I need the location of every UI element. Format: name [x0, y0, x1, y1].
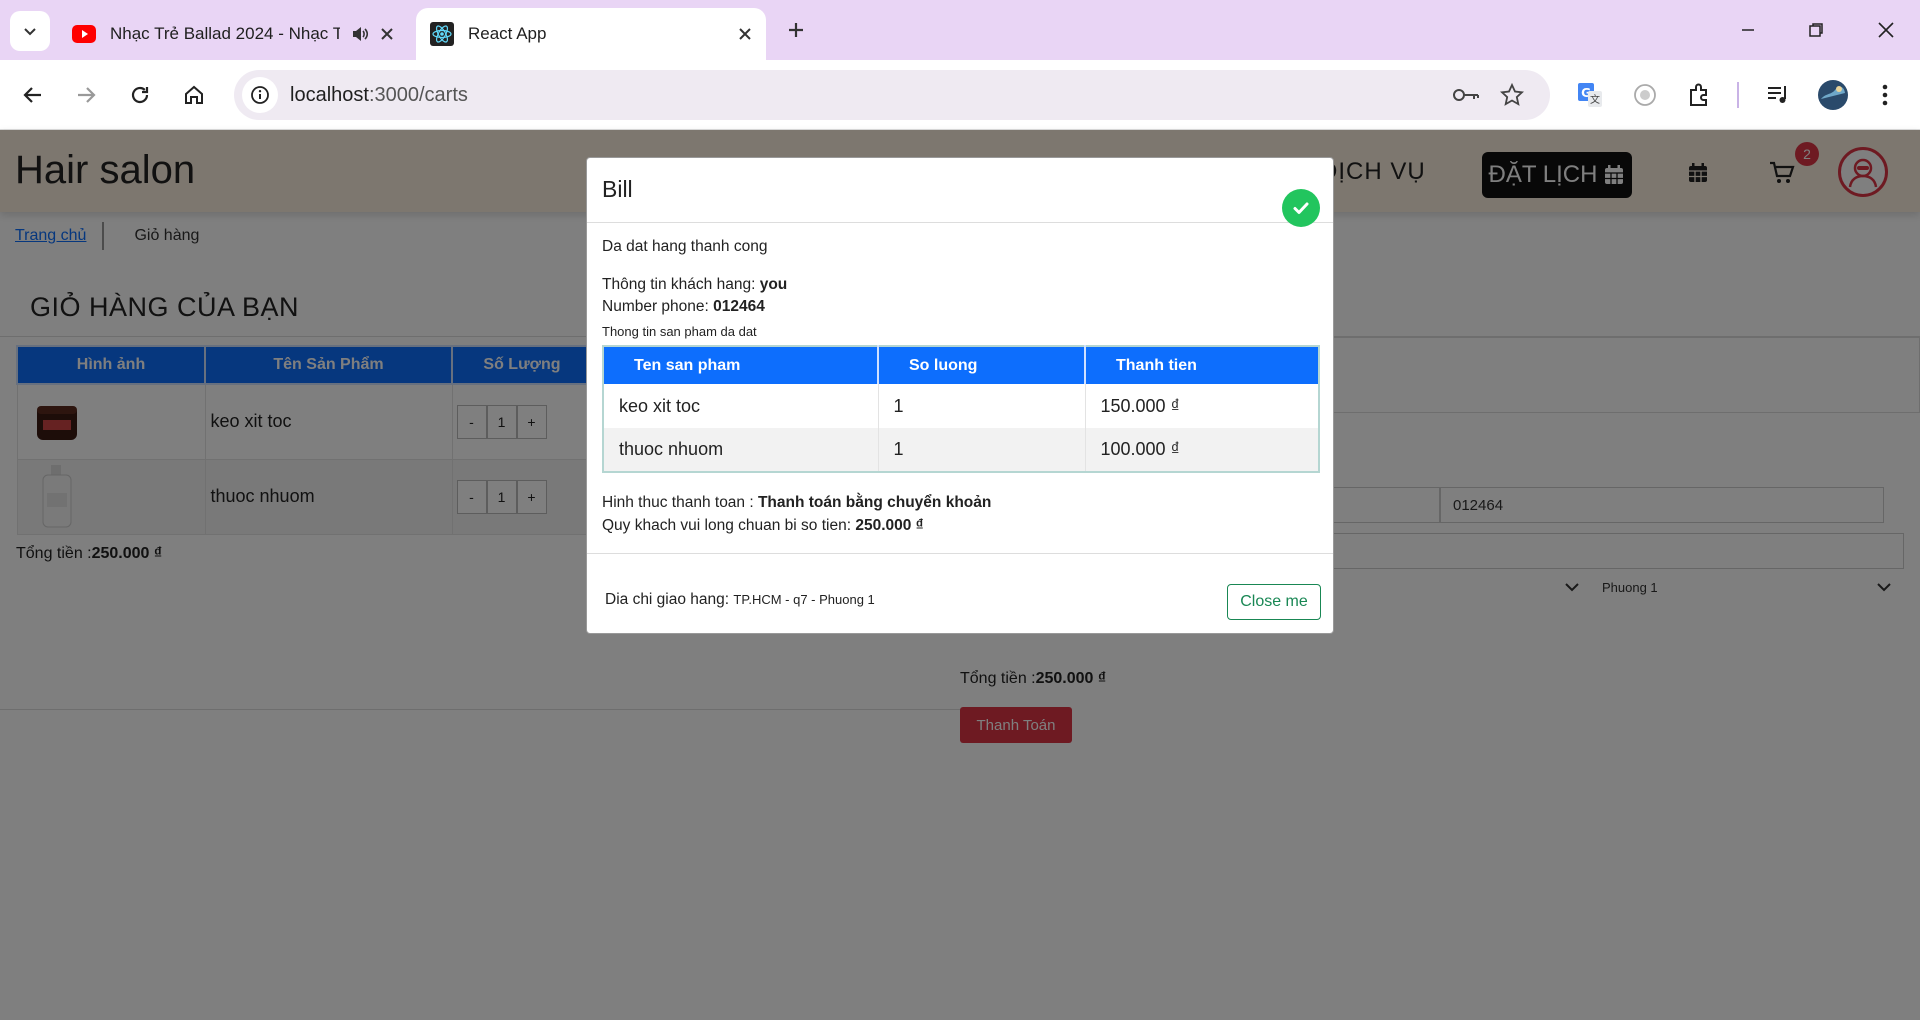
col-header: Ten san pham: [603, 346, 878, 384]
address-bar[interactable]: localhost:3000/carts: [234, 70, 1550, 120]
home-button[interactable]: [175, 76, 213, 114]
forward-button[interactable]: [67, 76, 105, 114]
chrome-menu-icon[interactable]: [1868, 78, 1902, 112]
extensions-puzzle-icon[interactable]: [1682, 78, 1716, 112]
plus-icon: [789, 23, 803, 37]
tab-title: Nhạc Trẻ Ballad 2024 - Nhạc Trẻ: [110, 24, 340, 43]
password-key-icon[interactable]: [1450, 79, 1482, 111]
check-icon: [1282, 189, 1320, 227]
tab-search-button[interactable]: [10, 11, 50, 51]
browser-tab-strip: Nhạc Trẻ Ballad 2024 - Nhạc Trẻ React Ap…: [0, 0, 1920, 60]
chevron-down-icon: [24, 28, 36, 36]
browser-toolbar: localhost:3000/carts G文: [0, 60, 1920, 130]
success-message: Da dat hang thanh cong: [602, 238, 768, 255]
amount-due: Quy khach vui long chuan bi so tien: 250…: [602, 517, 924, 534]
phone-info: Number phone: 012464: [602, 298, 765, 315]
cell-name: keo xit toc: [619, 395, 701, 416]
google-translate-icon[interactable]: G文: [1573, 78, 1607, 112]
back-button[interactable]: [14, 76, 52, 114]
arrow-left-icon: [23, 87, 41, 103]
table-row: thuoc nhuom 1 100.000 ₫: [603, 428, 1319, 472]
payment-method: Hinh thuc thanh toan : Thanh toán bằng c…: [602, 494, 992, 511]
minimize-button[interactable]: [1728, 12, 1768, 48]
tab-react-app[interactable]: React App: [416, 8, 766, 60]
reload-button[interactable]: [121, 76, 159, 114]
site-info-icon[interactable]: [242, 77, 278, 113]
col-header: Thanh tien: [1084, 346, 1319, 384]
restore-button[interactable]: [1796, 12, 1836, 48]
table-row: keo xit toc 1 150.000 ₫: [603, 384, 1319, 428]
arrow-right-icon: [78, 87, 96, 103]
svg-text:文: 文: [1590, 93, 1600, 106]
cell-amount: 100.000 ₫: [1084, 428, 1319, 472]
toolbar-divider: [1737, 82, 1739, 108]
tab-youtube[interactable]: Nhạc Trẻ Ballad 2024 - Nhạc Trẻ: [58, 8, 408, 60]
cell-qty: 1: [877, 428, 1085, 472]
cell-name: thuoc nhuom: [603, 428, 878, 472]
extension-circle-icon[interactable]: [1628, 78, 1662, 112]
bookmark-star-icon[interactable]: [1496, 79, 1528, 111]
new-tab-button[interactable]: [780, 14, 812, 46]
modal-title: Bill: [602, 176, 633, 202]
close-tab-icon[interactable]: [738, 27, 752, 41]
bill-modal: Bill Da dat hang thanh cong Thông tin kh…: [586, 157, 1334, 634]
reload-icon: [131, 86, 149, 104]
minimize-icon: [1742, 29, 1754, 31]
restore-icon: [1809, 23, 1823, 37]
modal-header: Bill: [587, 158, 1333, 227]
youtube-icon: [72, 22, 96, 46]
profile-avatar-icon[interactable]: [1816, 78, 1850, 112]
cell-qty: 1: [877, 384, 1085, 428]
close-icon: [1878, 22, 1894, 38]
col-header: So luong: [877, 346, 1085, 384]
bill-table: Ten san pham So luong Thanh tien keo xit…: [602, 345, 1320, 473]
modal-footer: Dia chi giao hang: TP.HCM - q7 - Phuong …: [587, 553, 1333, 633]
products-caption: Thong tin san pham da dat: [602, 324, 757, 339]
home-icon: [185, 85, 203, 104]
close-tab-icon[interactable]: [380, 27, 394, 41]
close-button[interactable]: Close me: [1227, 584, 1321, 620]
close-window-button[interactable]: [1866, 12, 1906, 48]
delivery-address: Dia chi giao hang: TP.HCM - q7 - Phuong …: [605, 591, 875, 608]
react-icon: [430, 22, 454, 46]
customer-info: Thông tin khách hang: you: [602, 276, 788, 293]
speaker-icon[interactable]: [350, 24, 370, 44]
url-text: localhost:3000/carts: [290, 83, 468, 106]
tab-title: React App: [468, 24, 547, 43]
media-control-icon[interactable]: [1761, 78, 1795, 112]
cell-amount: 150.000 ₫: [1084, 384, 1319, 428]
